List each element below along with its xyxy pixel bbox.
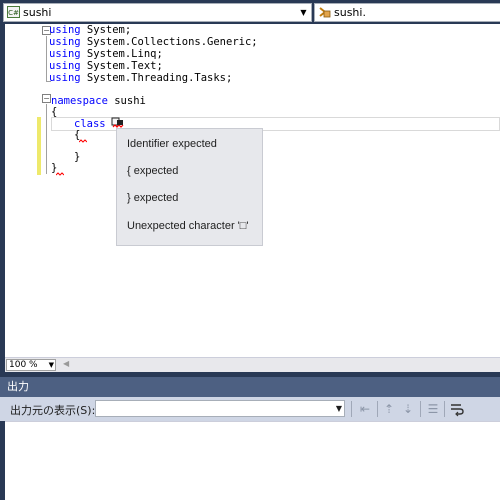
csharp-project-icon: C# (7, 6, 20, 18)
error-squiggle (79, 139, 87, 143)
toolbar-separator (420, 401, 421, 417)
previous-message-icon[interactable]: ⇡ (381, 401, 397, 417)
chevron-down-icon[interactable]: ▼ (49, 360, 54, 370)
error-message: Identifier expected (127, 138, 217, 150)
code-line-1: using System; (49, 24, 132, 36)
horizontal-scrollbar[interactable]: 100 % ▼ ◀ (5, 357, 500, 372)
navigation-bar: C# sushi ▼ sushi. (0, 0, 500, 24)
changed-lines-marker (37, 117, 41, 175)
output-source-label: 出力元の表示(S): (10, 404, 96, 417)
code-line-3: using System.Linq; (49, 48, 163, 60)
chevron-down-icon[interactable]: ▼ (298, 4, 309, 21)
word-wrap-icon[interactable] (449, 401, 465, 417)
code-line-12: } (74, 151, 81, 163)
toolbar-separator (351, 401, 352, 417)
type-dropdown-label: sushi (23, 6, 52, 19)
toolbar-separator (444, 401, 445, 417)
indicator-margin (5, 24, 19, 357)
next-message-icon[interactable]: ⇣ (400, 401, 416, 417)
output-toolbar: 出力元の表示(S): ▼ ⇤ ⇡ ⇣ ☰ (0, 397, 500, 421)
type-dropdown[interactable]: C# sushi ▼ (3, 3, 312, 22)
chevron-down-icon[interactable]: ▼ (336, 401, 342, 416)
code-line-7: namespace sushi (51, 95, 146, 107)
code-line-5: using System.Threading.Tasks; (49, 72, 233, 84)
class-member-icon (319, 7, 331, 18)
clear-all-icon[interactable]: ☰ (425, 401, 441, 417)
find-message-icon[interactable]: ⇤ (357, 401, 373, 417)
toolbar-separator (377, 401, 378, 417)
member-dropdown-label: sushi. (334, 6, 366, 19)
member-dropdown[interactable]: sushi. (314, 3, 500, 22)
error-tooltip: Identifier expected { expected } expecte… (116, 128, 263, 246)
code-line-2: using System.Collections.Generic; (49, 36, 258, 48)
svg-text:C#: C# (8, 9, 19, 17)
output-source-select[interactable]: ▼ (95, 400, 345, 417)
error-message: } expected (127, 192, 179, 204)
output-text-area[interactable] (5, 421, 500, 500)
error-message: { expected (127, 165, 179, 177)
code-text[interactable]: using System; using System.Collections.G… (45, 24, 500, 357)
output-panel-title[interactable]: 出力 (0, 377, 500, 397)
error-message: Unexpected character '□' (127, 220, 249, 232)
error-squiggle (56, 172, 64, 176)
code-line-8: { (51, 106, 58, 118)
code-line-4: using System.Text; (49, 60, 163, 72)
zoom-dropdown[interactable]: 100 % ▼ (6, 359, 56, 371)
scroll-left-icon[interactable]: ◀ (63, 359, 69, 368)
zoom-level: 100 % (9, 360, 38, 370)
